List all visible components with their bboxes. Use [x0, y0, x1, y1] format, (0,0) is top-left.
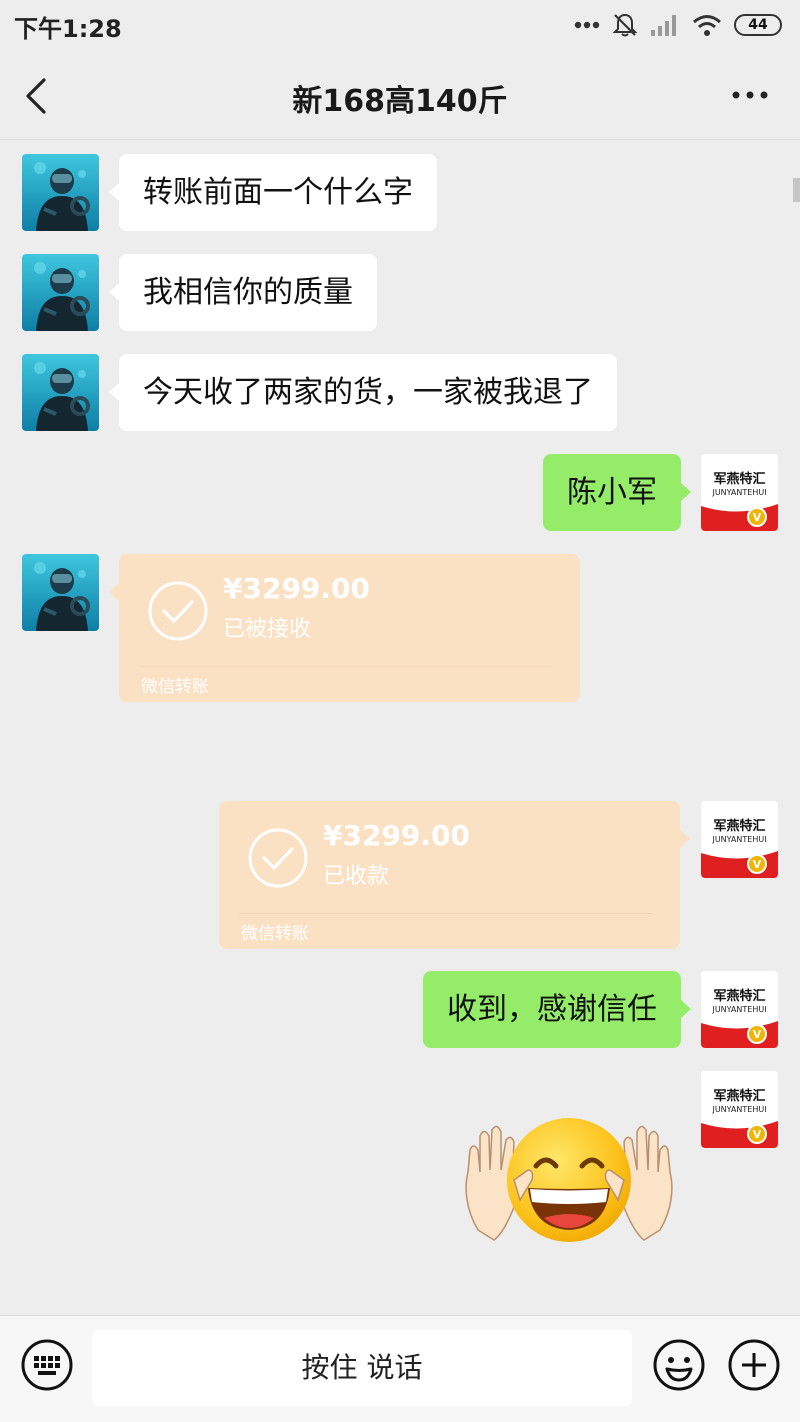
- input-bar: 按住 说话: [0, 1315, 800, 1422]
- diver-avatar-image: [22, 154, 99, 231]
- transfer-divider: [239, 913, 652, 914]
- transfer-status: 已收款: [323, 864, 390, 889]
- emoji-button[interactable]: [652, 1338, 706, 1392]
- self-avatar[interactable]: [701, 1071, 778, 1148]
- check-circle-icon: [147, 580, 209, 642]
- status-icons: 44: [574, 10, 782, 40]
- incoming-message-bubble[interactable]: 我相信你的质量: [109, 254, 377, 331]
- transfer-status: 已被接收: [223, 617, 312, 642]
- keyboard-toggle-button[interactable]: [20, 1338, 74, 1392]
- status-bar: 下午1:28 44: [0, 0, 800, 50]
- transfer-source: 微信转账: [241, 924, 309, 944]
- laughing-face-hands-sticker[interactable]: [458, 1110, 680, 1248]
- message-text: 陈小军: [567, 475, 657, 510]
- transfer-card[interactable]: ¥3299.00 已收款 微信转账: [219, 801, 690, 949]
- message-text: 今天收了两家的货，一家被我退了: [143, 375, 593, 410]
- battery-level: 44: [748, 17, 768, 33]
- battery-icon: 44: [734, 14, 782, 36]
- mute-bell-icon: [612, 13, 638, 37]
- plus-icon: [728, 1339, 780, 1391]
- brand-logo-avatar: [701, 801, 778, 878]
- signal-icon: [651, 15, 676, 36]
- message-text: 我相信你的质量: [143, 275, 353, 310]
- contact-avatar[interactable]: [22, 354, 99, 431]
- transfer-card[interactable]: ¥3299.00 已被接收 微信转账: [109, 554, 580, 702]
- hold-to-talk-button[interactable]: 按住 说话: [92, 1330, 632, 1406]
- diver-avatar-image: [22, 254, 99, 331]
- brand-logo-avatar: [701, 1071, 778, 1148]
- transfer-amount: ¥3299.00: [323, 819, 471, 852]
- more-dots-icon: [574, 21, 600, 29]
- more-options-button[interactable]: [730, 80, 770, 110]
- brand-logo-avatar: [701, 454, 778, 531]
- emoji-icon: [653, 1339, 705, 1391]
- transfer-amount: ¥3299.00: [223, 572, 371, 605]
- incoming-message-bubble[interactable]: 转账前面一个什么字: [109, 154, 437, 231]
- incoming-message-bubble[interactable]: 今天收了两家的货，一家被我退了: [109, 354, 617, 431]
- self-avatar[interactable]: [701, 454, 778, 531]
- status-time: 下午1:28: [14, 15, 122, 43]
- check-circle-icon: [247, 827, 309, 889]
- message-text: 收到，感谢信任: [447, 992, 657, 1027]
- more-functions-button[interactable]: [727, 1338, 781, 1392]
- message-text: 转账前面一个什么字: [143, 175, 413, 210]
- wifi-icon: [693, 15, 721, 36]
- diver-avatar-image: [22, 354, 99, 431]
- contact-avatar[interactable]: [22, 554, 99, 631]
- outgoing-message-bubble[interactable]: 陈小军: [543, 454, 691, 531]
- self-avatar[interactable]: [701, 801, 778, 878]
- transfer-source: 微信转账: [141, 677, 209, 697]
- transfer-divider: [139, 666, 552, 667]
- diver-avatar-image: [22, 554, 99, 631]
- brand-logo-avatar: [701, 971, 778, 1048]
- chat-title: 新168高140斤: [292, 84, 508, 119]
- contact-avatar[interactable]: [22, 254, 99, 331]
- chat-header: 新168高140斤: [0, 50, 800, 140]
- more-horizontal-icon: [732, 91, 768, 99]
- scrollbar[interactable]: [793, 178, 800, 202]
- outgoing-message-bubble[interactable]: 收到，感谢信任: [423, 971, 691, 1048]
- keyboard-icon: [21, 1339, 73, 1391]
- contact-avatar[interactable]: [22, 154, 99, 231]
- self-avatar[interactable]: [701, 971, 778, 1048]
